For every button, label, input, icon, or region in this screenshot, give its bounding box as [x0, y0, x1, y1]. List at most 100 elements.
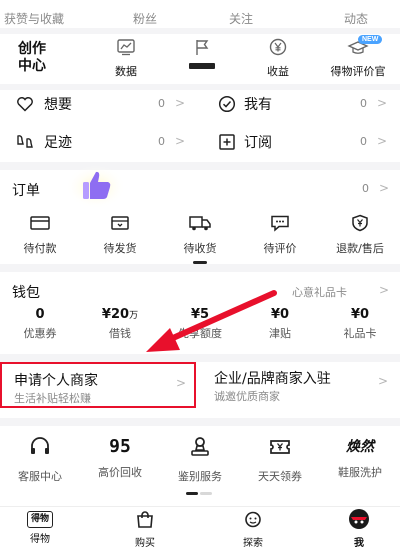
creator-reviewer-label: 得物评价官	[330, 65, 386, 78]
order-pending-review-label: 待评价	[263, 242, 297, 255]
chevron-right-icon[interactable]: >	[379, 283, 389, 297]
want-label: 想要	[44, 97, 72, 113]
heart-icon	[16, 96, 34, 112]
box-icon	[109, 214, 131, 232]
tab-buy-label: 购买	[135, 538, 155, 549]
wash-logo-icon: 焕然	[346, 439, 374, 455]
want-item[interactable]: 想要 0 >	[0, 90, 198, 118]
order-pending-shipment[interactable]: 待发货	[82, 214, 158, 256]
tab-dewu-label: 得物	[30, 534, 50, 545]
personal-merchant-card[interactable]: 申请个人商家 生活补贴轻松赚 >	[0, 362, 196, 408]
service-support-label: 客服中心	[18, 470, 62, 483]
order-pending-shipment-label: 待发货	[103, 242, 137, 255]
creator-earnings-button[interactable]: 收益	[250, 38, 306, 79]
order-pending-receipt-label: 待收货	[183, 242, 217, 255]
service-recycle[interactable]: 95 高价回收	[80, 436, 160, 480]
stat-following-label[interactable]: 关注	[229, 10, 253, 27]
subscribe-label: 订阅	[244, 135, 272, 151]
bottom-tab-bar: 得物 得物 购买 探索 我	[0, 506, 400, 549]
personal-merchant-title: 申请个人商家	[14, 373, 98, 389]
recycle-95-icon: 95	[109, 436, 131, 457]
profile-stats-row: 获赞与收藏 粉丝 关注 动态	[0, 4, 400, 26]
order-pending-payment-label: 待付款	[23, 242, 57, 255]
enterprise-merchant-card[interactable]: 企业/品牌商家入驻 诚邀优质商家 >	[202, 362, 400, 408]
tab-me-label: 我	[354, 538, 364, 549]
creator-flag-button[interactable]	[174, 38, 230, 69]
service-support[interactable]: 客服中心	[0, 436, 80, 484]
chevron-right-icon: >	[175, 96, 186, 110]
page-indicator-inactive	[200, 492, 212, 495]
creator-data-label: 数据	[115, 65, 137, 78]
service-washcare-label: 鞋服洗护	[338, 466, 382, 479]
stat-posts-label[interactable]: 动态	[344, 10, 368, 27]
coupon-icon	[268, 436, 292, 458]
stat-fans-label[interactable]: 粉丝	[133, 10, 157, 27]
merchant-section: 申请个人商家 生活补贴轻松赚 > 企业/品牌商家入驻 诚邀优质商家 >	[0, 362, 400, 418]
wallet-giftcard[interactable]: ¥0 礼品卡	[320, 307, 400, 341]
enterprise-merchant-subtitle: 诚邀优质商家	[214, 390, 280, 403]
footprint-count: 0	[158, 135, 165, 148]
new-badge: NEW	[358, 35, 383, 44]
stamp-icon	[188, 436, 212, 458]
service-authentication[interactable]: 鉴别服务	[160, 436, 240, 484]
wallet-coupons-value: 0	[35, 307, 45, 322]
service-coupons[interactable]: 天天领券	[240, 436, 320, 484]
page-indicator-active	[186, 492, 198, 495]
stat-likes-label[interactable]: 获赞与收藏	[4, 10, 64, 27]
footprint-label: 足迹	[44, 135, 72, 151]
divider	[0, 418, 400, 426]
divider	[0, 264, 400, 272]
wallet-coupons-label: 优惠券	[23, 327, 57, 340]
orders-count: 0	[362, 182, 369, 195]
chevron-right-icon[interactable]: >	[379, 181, 389, 195]
creator-center-row: 创作 中心 数据 收益 得物评价官 NEW	[0, 34, 400, 82]
avatar	[347, 508, 371, 530]
order-refund[interactable]: 退款/售后	[322, 214, 398, 256]
truck-icon	[188, 214, 212, 232]
wallet-giftcard-label: 礼品卡	[343, 327, 377, 340]
shopping-bag-icon	[135, 510, 155, 529]
service-washcare[interactable]: 焕然 鞋服洗护	[320, 436, 400, 480]
chevron-right-icon: >	[175, 134, 186, 148]
tab-explore[interactable]: 探索	[218, 510, 288, 549]
creator-flag-label-obscured	[189, 63, 215, 69]
chevron-right-icon: >	[377, 96, 388, 110]
want-count: 0	[158, 97, 165, 110]
wallet-coupons[interactable]: 0 优惠券	[0, 307, 80, 341]
tab-explore-label: 探索	[243, 538, 263, 549]
chevron-right-icon: >	[176, 376, 187, 390]
personal-merchant-subtitle: 生活补贴轻松赚	[14, 392, 91, 405]
headset-icon	[28, 436, 52, 458]
wallet-title[interactable]: 钱包	[12, 282, 40, 302]
service-authentication-label: 鉴别服务	[178, 470, 222, 483]
have-count: 0	[360, 97, 367, 110]
order-pending-receipt[interactable]: 待收货	[162, 214, 238, 264]
creator-data-button[interactable]: 数据	[98, 38, 154, 79]
planet-icon	[242, 510, 264, 529]
footprint-item[interactable]: 足迹 0 >	[0, 128, 198, 156]
wallet-giftcard-value: ¥0	[350, 307, 370, 322]
order-pending-review[interactable]: 待评价	[242, 214, 318, 256]
tab-buy[interactable]: 购买	[110, 510, 180, 549]
creator-center-title[interactable]: 创作 中心	[18, 41, 46, 75]
have-item[interactable]: 我有 0 >	[202, 90, 400, 118]
orders-title[interactable]: 订单	[12, 180, 40, 200]
order-pending-payment[interactable]: 待付款	[2, 214, 78, 256]
dewu-logo-icon: 得物	[27, 511, 53, 528]
creator-reviewer-button[interactable]: 得物评价官	[316, 38, 400, 79]
comment-icon	[269, 214, 291, 232]
tab-dewu[interactable]: 得物 得物	[0, 511, 80, 545]
annotation-arrow	[146, 290, 277, 352]
services-row: 客服中心 95 高价回收 鉴别服务 天天领券 焕然 鞋服洗护	[0, 426, 400, 504]
flag-icon	[192, 38, 212, 56]
have-label: 我有	[244, 97, 272, 113]
wallet-loan-unit: 万	[129, 311, 139, 321]
gift-card-link[interactable]: 心意礼品卡	[292, 284, 347, 300]
enterprise-merchant-title: 企业/品牌商家入驻	[214, 371, 331, 387]
chevron-right-icon: >	[377, 134, 388, 148]
subscribe-item[interactable]: 订阅 0 >	[202, 128, 400, 156]
yen-circle-icon	[268, 38, 288, 56]
quick-links: 想要 0 > 我有 0 > 足迹 0 > 订阅 0 >	[0, 90, 400, 160]
subscribe-count: 0	[360, 135, 367, 148]
tab-me[interactable]: 我	[324, 508, 394, 549]
